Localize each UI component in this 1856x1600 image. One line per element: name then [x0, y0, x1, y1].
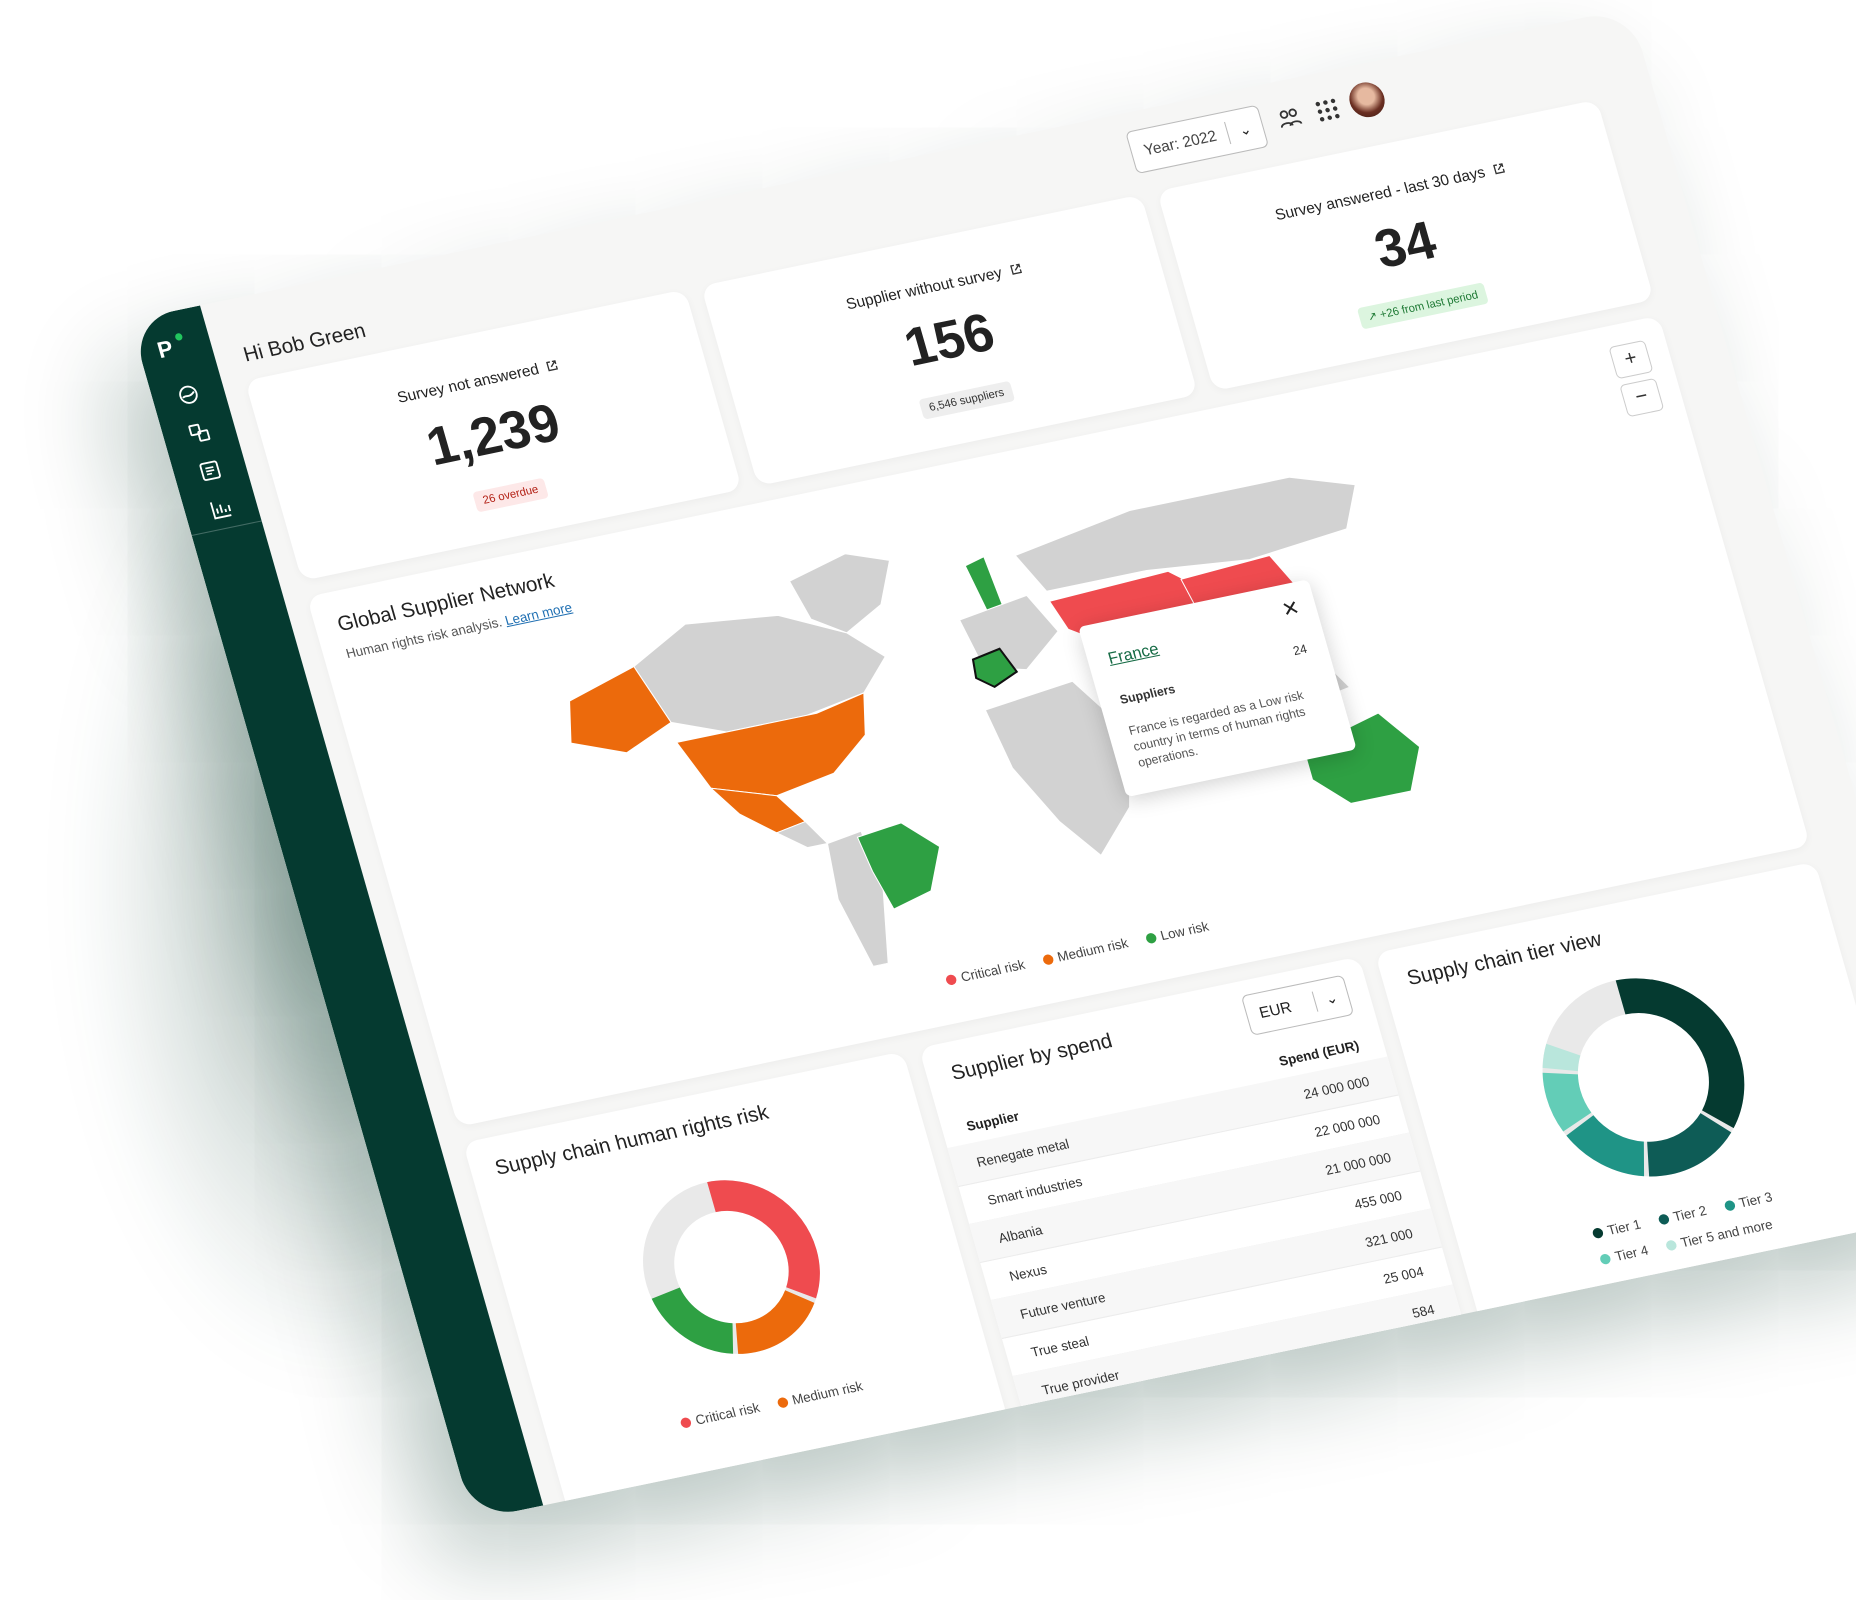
chevron-down-icon: ⌄: [1323, 988, 1340, 1007]
legend-swatch: [1598, 1252, 1612, 1265]
legend-item: Tier 1: [1591, 1216, 1643, 1241]
globe-leaf-icon[interactable]: [173, 380, 204, 409]
human-rights-legend: Critical risk Medium risk: [679, 1378, 865, 1431]
app-logo[interactable]: P: [154, 335, 176, 364]
popup-label: Suppliers: [1118, 681, 1177, 707]
suppliers-icon[interactable]: [184, 418, 215, 447]
legend-swatch: [944, 973, 958, 986]
apps-grid-icon[interactable]: [1311, 94, 1344, 125]
column-header-supplier: Supplier: [964, 1108, 1021, 1135]
human-rights-risk-card: Supply chain human rights risk Critical …: [462, 1051, 1018, 1520]
legend-item: Tier 4: [1598, 1242, 1650, 1267]
world-map[interactable]: [524, 428, 1538, 1015]
external-link-icon[interactable]: [545, 358, 560, 372]
legend-swatch: [1657, 1212, 1670, 1225]
legend-swatch: [1664, 1238, 1678, 1251]
legend-swatch: [1722, 1199, 1736, 1212]
document-list-icon[interactable]: [195, 456, 226, 485]
status-badge: ↗ +26 from last period: [1356, 282, 1489, 330]
team-icon[interactable]: [1273, 102, 1306, 133]
legend-swatch: [1591, 1226, 1605, 1239]
analytics-icon[interactable]: [206, 494, 237, 523]
zoom-in-button[interactable]: +: [1608, 339, 1654, 380]
legend-item: Critical risk: [944, 957, 1027, 988]
status-badge: 6,546 suppliers: [918, 380, 1015, 420]
popup-value: 24: [1291, 641, 1309, 659]
tier-donut: [1542, 978, 1745, 1177]
currency-select[interactable]: EUR ⌄: [1240, 974, 1355, 1036]
legend-item: Tier 3: [1722, 1189, 1774, 1214]
legend-item: Critical risk: [679, 1399, 761, 1430]
legend-swatch: [775, 1396, 789, 1409]
year-select[interactable]: Year: 2022 ⌄: [1125, 104, 1270, 175]
sidebar-divider: [191, 520, 262, 536]
legend-item: Medium risk: [1040, 935, 1130, 968]
zoom-out-button[interactable]: −: [1619, 377, 1665, 418]
external-link-icon[interactable]: [1008, 262, 1023, 276]
legend-swatch: [1144, 931, 1158, 944]
popup-country-link[interactable]: France: [1106, 641, 1161, 669]
chevron-down-icon: ⌄: [1236, 119, 1254, 139]
user-avatar[interactable]: [1345, 79, 1389, 121]
section-title: Supplier by spend: [948, 1029, 1115, 1086]
logo-dot: [174, 332, 184, 342]
external-link-icon[interactable]: [1491, 162, 1506, 176]
legend-item: Medium risk: [775, 1378, 865, 1411]
legend-swatch: [679, 1416, 693, 1429]
legend-item: Low risk: [1144, 918, 1211, 946]
status-badge: 26 overdue: [472, 477, 550, 513]
supplier-by-spend-card: Supplier by spend EUR ⌄ Supplier Spend (E…: [918, 956, 1474, 1449]
legend-swatch: [1041, 953, 1055, 966]
human-rights-donut: [643, 1180, 820, 1354]
legend-item: Tier 2: [1656, 1203, 1708, 1228]
close-icon[interactable]: ✕: [1279, 595, 1303, 623]
